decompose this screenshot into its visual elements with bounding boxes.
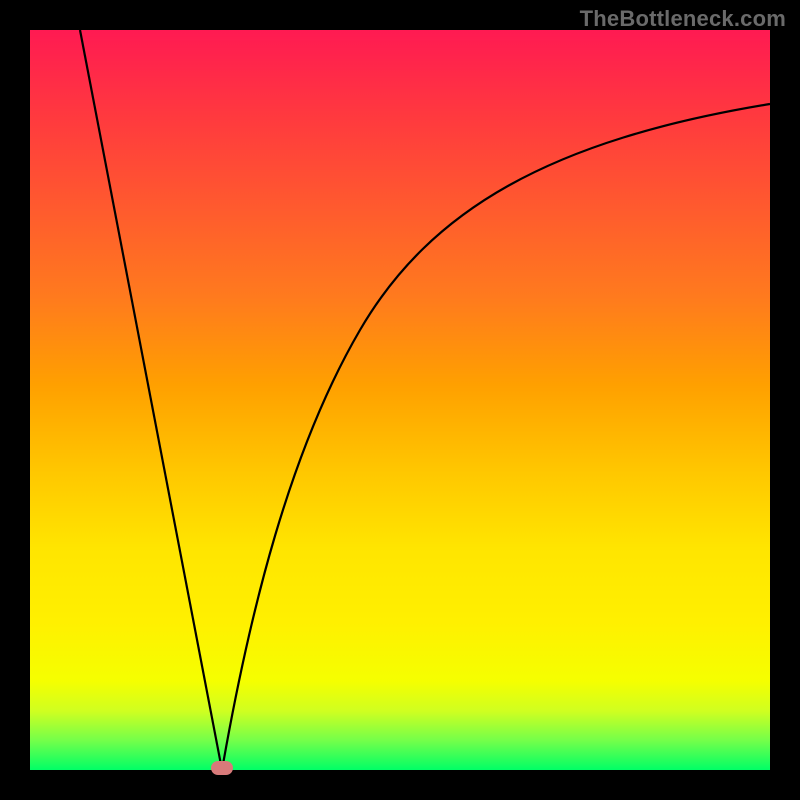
plot-area: [30, 30, 770, 770]
watermark-text: TheBottleneck.com: [580, 6, 786, 32]
optimal-point-marker: [211, 761, 233, 775]
chart-frame: TheBottleneck.com: [0, 0, 800, 800]
bottleneck-curve: [30, 30, 770, 770]
